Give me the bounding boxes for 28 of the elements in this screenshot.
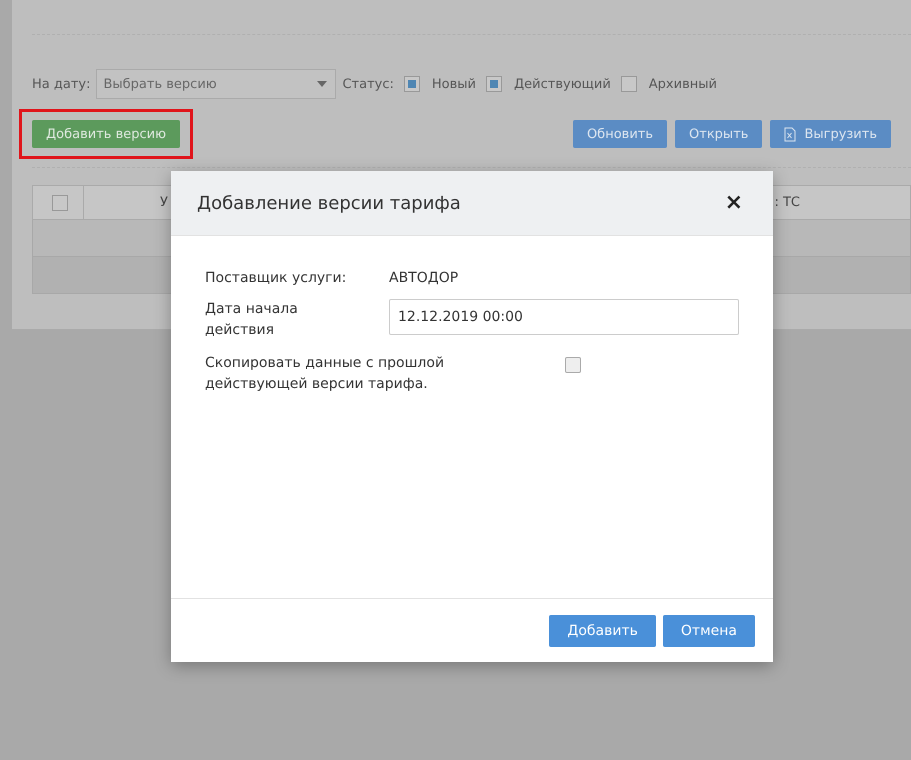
dialog-button[interactable]: Добавить [549,614,656,646]
add-version-button[interactable]: Добавить версию [32,120,180,148]
select-all-checkbox[interactable] [52,194,68,210]
dialog-title: Добавление версии тарифа [197,192,461,214]
status-checkbox[interactable] [404,76,420,92]
status-checkbox[interactable] [620,76,637,92]
column-header: : ТС [774,195,800,210]
column-header: У [160,195,168,210]
status-label: Архивный [648,76,717,92]
field-value: АВТОДОР [389,269,460,288]
field-label: Скопировать данные с прошлой действующей версии тарифа. [205,354,446,394]
field-label: Поставщик услуги: [205,269,348,288]
close-button[interactable]: × [724,192,743,214]
status-label: Статус: [342,76,394,92]
spreadsheet-icon [784,126,796,142]
status-label: Новый [432,76,476,92]
dialog-button[interactable]: Отмена [662,614,755,646]
toolbar-button[interactable]: Выгрузить [770,120,891,148]
date-input[interactable]: 12.12.2019 00:00 [389,299,739,335]
field-label: Дата начала действия [205,300,299,340]
toolbar-button[interactable]: Обновить [572,120,668,148]
version-select[interactable]: Выбрать версию [96,69,336,99]
copy-checkbox[interactable] [565,357,581,373]
date-label: На дату: [32,76,90,92]
status-checkbox[interactable] [486,76,502,92]
caret-icon [317,81,328,87]
toolbar-button[interactable]: Открыть [675,120,762,148]
status-label: Действующий [514,76,611,92]
